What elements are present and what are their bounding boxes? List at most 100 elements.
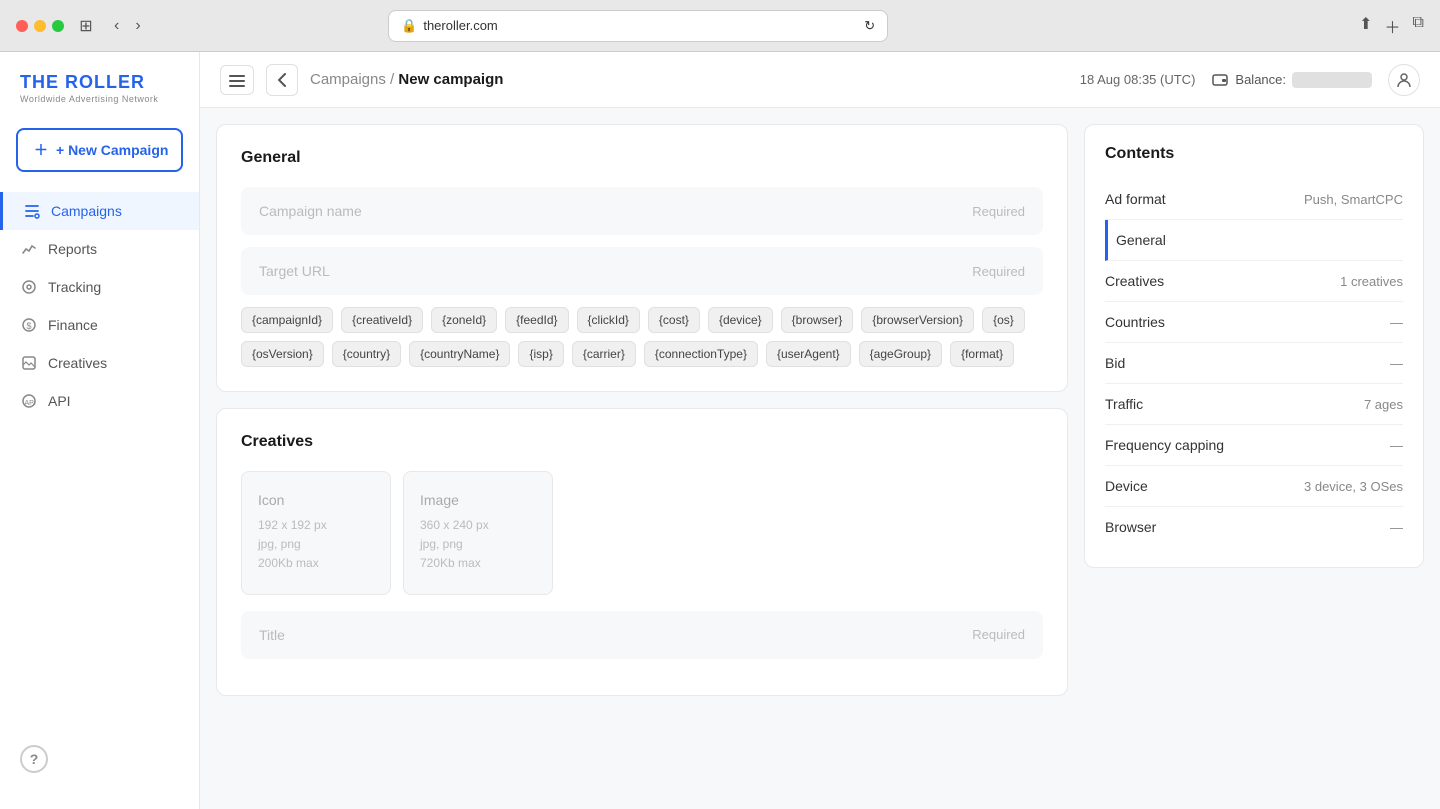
creatives-nav-label: Creatives (1105, 273, 1164, 289)
contents-item-browser[interactable]: Browser — (1105, 507, 1403, 547)
logo-the: THE (20, 72, 59, 92)
api-label: API (48, 393, 71, 409)
traffic-light-yellow[interactable] (34, 20, 46, 32)
icon-dims: 192 x 192 px (258, 518, 327, 532)
tag-clickId[interactable]: {clickId} (577, 307, 640, 333)
new-campaign-button[interactable]: ＋ + New Campaign (16, 128, 183, 172)
tag-zoneId[interactable]: {zoneId} (431, 307, 497, 333)
logo: THE ROLLER Worldwide Advertising Network (0, 72, 199, 128)
sidebar-item-tracking[interactable]: Tracking (0, 268, 199, 306)
sidebar-toggle-icon[interactable]: ⊞ (76, 16, 96, 36)
countries-value: — (1390, 315, 1403, 330)
browser-actions: ⬆ ＋ ⧉ (1359, 14, 1424, 38)
general-label: General (1116, 232, 1166, 248)
contents-item-ad-format[interactable]: Ad format Push, SmartCPC (1105, 179, 1403, 220)
contents-item-countries[interactable]: Countries — (1105, 302, 1403, 343)
new-tab-icon[interactable]: ＋ (1385, 14, 1401, 38)
contents-item-frequency-capping[interactable]: Frequency capping — (1105, 425, 1403, 466)
app: THE ROLLER Worldwide Advertising Network… (0, 52, 1440, 809)
help-button[interactable]: ? (20, 745, 48, 773)
traffic-label: Traffic (1105, 396, 1143, 412)
api-icon: API (20, 392, 38, 410)
icon-slot-label: Icon (258, 492, 374, 508)
user-account-button[interactable] (1388, 64, 1420, 96)
sidebar-bottom: ? (0, 729, 199, 789)
tag-countryName[interactable]: {countryName} (409, 341, 510, 367)
traffic-light-red[interactable] (16, 20, 28, 32)
tag-feedId[interactable]: {feedId} (505, 307, 568, 333)
icon-slot[interactable]: Icon 192 x 192 px jpg, png 200Kb max (241, 471, 391, 595)
icon-slot-info: 192 x 192 px jpg, png 200Kb max (258, 516, 374, 574)
image-size: 720Kb max (420, 556, 481, 570)
lock-icon: 🔒 (401, 18, 417, 34)
tag-userAgent[interactable]: {userAgent} (766, 341, 851, 367)
balance-value (1292, 72, 1372, 88)
tag-campaignId[interactable]: {campaignId} (241, 307, 333, 333)
logo-sub: Worldwide Advertising Network (20, 94, 179, 104)
tag-browser[interactable]: {browser} (781, 307, 854, 333)
breadcrumb: Campaigns / New campaign (310, 71, 503, 88)
tag-carrier[interactable]: {carrier} (572, 341, 636, 367)
ad-format-label: Ad format (1105, 191, 1166, 207)
sidebar-item-api[interactable]: API API (0, 382, 199, 420)
contents-title: Contents (1105, 145, 1403, 163)
tag-connectionType[interactable]: {connectionType} (644, 341, 758, 367)
reload-icon[interactable]: ↻ (864, 18, 875, 34)
url-text: theroller.com (423, 18, 497, 33)
sidebar: THE ROLLER Worldwide Advertising Network… (0, 52, 200, 809)
creatives-label: Creatives (48, 355, 107, 371)
target-url-placeholder: Target URL (259, 263, 330, 279)
logo-text: THE ROLLER (20, 72, 179, 93)
sidebar-item-campaigns[interactable]: Campaigns (0, 192, 199, 230)
contents-item-bid[interactable]: Bid — (1105, 343, 1403, 384)
campaigns-label: Campaigns (51, 203, 122, 219)
frequency-capping-value: — (1390, 438, 1403, 453)
contents-item-traffic[interactable]: Traffic 7 ages (1105, 384, 1403, 425)
share-icon[interactable]: ⬆ (1359, 14, 1372, 38)
image-formats: jpg, png (420, 537, 463, 551)
sidebar-item-reports[interactable]: Reports (0, 230, 199, 268)
campaign-name-field[interactable]: Campaign name Required (241, 187, 1043, 235)
contents-panel: Contents Ad format Push, SmartCPC Genera… (1084, 124, 1424, 568)
tag-cost[interactable]: {cost} (648, 307, 700, 333)
contents-item-general[interactable]: General (1105, 220, 1403, 261)
tag-osVersion[interactable]: {osVersion} (241, 341, 324, 367)
general-section-title: General (241, 149, 1043, 167)
address-bar[interactable]: 🔒 theroller.com ↻ (388, 10, 888, 42)
traffic-value: 7 ages (1364, 397, 1403, 412)
browser-back-button[interactable]: ‹ (108, 15, 125, 37)
sidebar-item-creatives[interactable]: Creatives (0, 344, 199, 382)
image-dims: 360 x 240 px (420, 518, 489, 532)
tag-browserVersion[interactable]: {browserVersion} (861, 307, 974, 333)
creatives-icon (20, 354, 38, 372)
contents-item-device[interactable]: Device 3 device, 3 OSes (1105, 466, 1403, 507)
contents-item-creatives[interactable]: Creatives 1 creatives (1105, 261, 1403, 302)
browser-label: Browser (1105, 519, 1156, 535)
balance-area: Balance: (1211, 71, 1372, 89)
header-menu-button[interactable] (220, 65, 254, 95)
url-tags-container: {campaignId} {creativeId} {zoneId} {feed… (241, 307, 1043, 367)
header-back-button[interactable] (266, 64, 298, 96)
tag-device[interactable]: {device} (708, 307, 773, 333)
image-slot[interactable]: Image 360 x 240 px jpg, png 720Kb max (403, 471, 553, 595)
creative-title-field[interactable]: Title Required (241, 611, 1043, 659)
tag-isp[interactable]: {isp} (518, 341, 563, 367)
target-url-field[interactable]: Target URL Required (241, 247, 1043, 295)
svg-text:$: $ (27, 321, 32, 331)
tag-country[interactable]: {country} (332, 341, 401, 367)
finance-icon: $ (20, 316, 38, 334)
finance-label: Finance (48, 317, 98, 333)
browser-forward-button[interactable]: › (129, 15, 146, 37)
campaign-name-required: Required (972, 204, 1025, 219)
tag-ageGroup[interactable]: {ageGroup} (859, 341, 942, 367)
tag-os[interactable]: {os} (982, 307, 1025, 333)
frequency-capping-label: Frequency capping (1105, 437, 1224, 453)
content-area: General Campaign name Required Target UR… (200, 108, 1440, 809)
tracking-icon (20, 278, 38, 296)
tag-creativeId[interactable]: {creativeId} (341, 307, 423, 333)
sidebar-item-finance[interactable]: $ Finance (0, 306, 199, 344)
tabs-icon[interactable]: ⧉ (1413, 14, 1424, 38)
traffic-light-green[interactable] (52, 20, 64, 32)
traffic-lights (16, 20, 64, 32)
tag-format[interactable]: {format} (950, 341, 1014, 367)
